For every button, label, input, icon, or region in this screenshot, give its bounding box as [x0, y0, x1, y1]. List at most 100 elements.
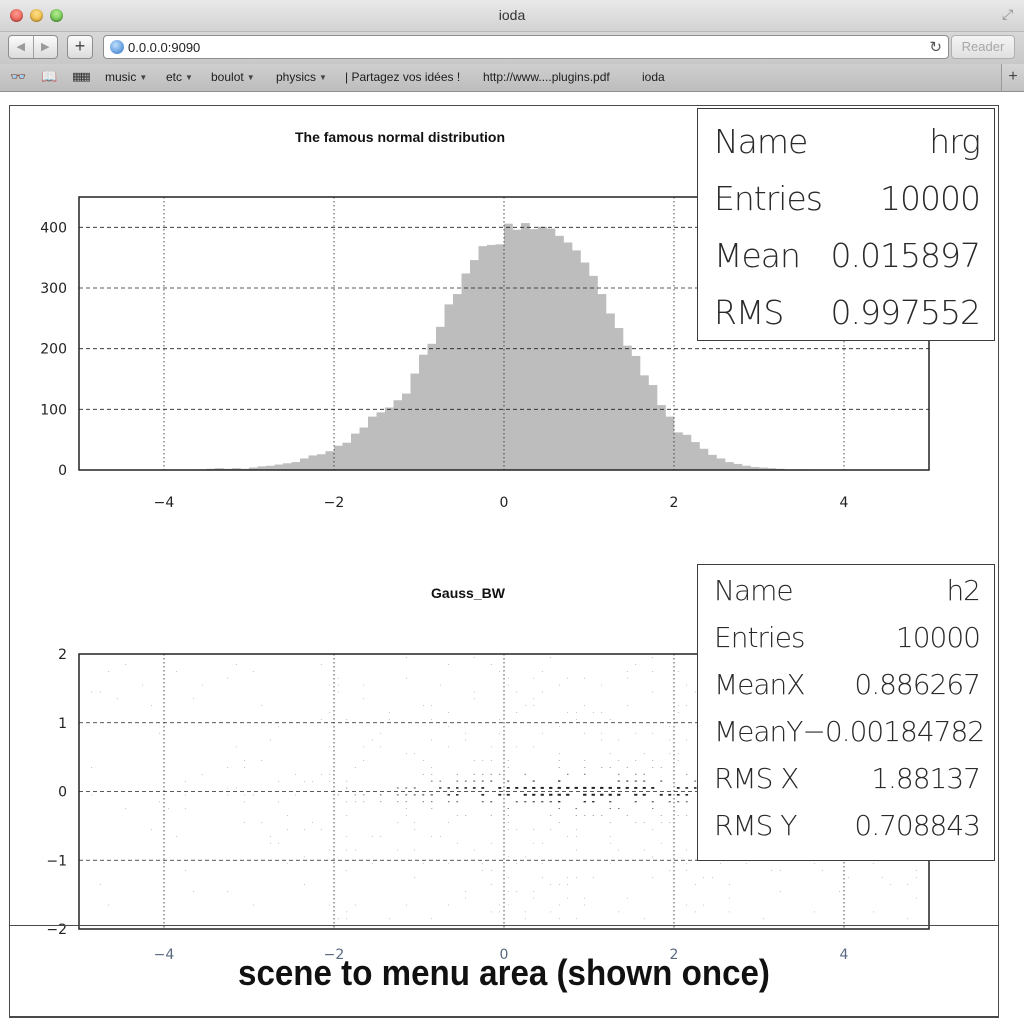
heatmap-cell: [608, 793, 612, 796]
bookmark-music[interactable]: music ▼: [105, 70, 147, 84]
heatmap-cell: [541, 801, 544, 803]
histogram-bar: [699, 448, 709, 470]
reload-icon[interactable]: ↻: [929, 38, 942, 56]
histogram-bar: [487, 244, 496, 470]
histogram-bar: [427, 343, 437, 470]
heatmap-cell: [600, 793, 604, 796]
heatmap-cell: [116, 698, 118, 700]
heatmap-cell: [354, 794, 356, 796]
heatmap-cell: [159, 732, 161, 734]
heatmap-cell: [609, 808, 611, 810]
y-tick-label: 300: [40, 281, 67, 297]
url-text[interactable]: 0.0.0.0:9090: [128, 40, 200, 55]
heatmap-cell: [676, 793, 680, 796]
heatmap-cell: [601, 767, 603, 768]
histogram-bar: [359, 427, 369, 470]
fullscreen-icon[interactable]: ⤢: [1002, 6, 1018, 22]
heatmap-cell: [235, 664, 237, 665]
heatmap-cell: [439, 787, 442, 789]
heatmap-cell: [558, 780, 561, 782]
heatmap-cell: [668, 793, 672, 796]
heatmap-cell: [405, 801, 407, 803]
heatmap-cell: [482, 760, 484, 761]
heatmap-cell: [184, 794, 186, 796]
heatmap-cell: [609, 842, 611, 844]
heatmap-cell: [566, 793, 570, 796]
heatmap-cell: [414, 822, 416, 823]
reader-button[interactable]: Reader: [951, 35, 1015, 59]
heatmap-cell: [711, 877, 713, 878]
heatmap-cell: [439, 780, 442, 782]
bookmark-etc[interactable]: etc ▼: [166, 70, 193, 84]
heatmap-cell: [567, 677, 569, 679]
heatmap-cell: [201, 684, 203, 686]
heatmap-cell: [533, 698, 535, 700]
bookmark-boulot[interactable]: boulot ▼: [211, 70, 255, 84]
heatmap-cell: [524, 801, 527, 803]
heatmap-cell: [652, 808, 654, 810]
heatmap-cell: [643, 918, 645, 920]
heatmap-cell: [499, 904, 501, 906]
heatmap-cell: [465, 732, 467, 734]
y-tick-label: 0: [58, 463, 67, 479]
heatmap-cell: [227, 787, 229, 789]
heatmap-cell: [516, 863, 518, 865]
reading-list-icon[interactable]: 👓: [10, 69, 26, 85]
heatmap-cell: [472, 787, 476, 789]
heatmap-cell: [635, 664, 637, 665]
histogram-bar: [512, 229, 522, 470]
forward-arrow-icon: ▶: [41, 41, 50, 53]
histogram-bar: [385, 407, 394, 470]
heatmap-cell: [337, 677, 339, 679]
histogram-bar: [589, 275, 598, 470]
new-tab-button[interactable]: +: [1001, 64, 1024, 91]
histogram-bar: [325, 451, 335, 470]
histogram-bar: [674, 432, 683, 470]
menu-area-label: scene to menu area (shown once): [238, 952, 770, 993]
heatmap-cell: [745, 863, 747, 865]
heatmap-cell: [550, 815, 552, 816]
bookmark-physics[interactable]: physics ▼: [276, 70, 327, 84]
heatmap-cell: [523, 786, 527, 789]
heatmap-cell: [499, 719, 501, 720]
heatmap-cell: [337, 918, 339, 920]
heatmap-cell: [397, 822, 399, 823]
heatmap-cell: [447, 801, 450, 803]
heatmap-cell: [617, 793, 621, 796]
heatmap-cell: [380, 746, 382, 748]
heatmap-cell: [507, 856, 509, 858]
heatmap-cell: [244, 801, 246, 803]
heatmap-cell: [346, 780, 348, 782]
heatmap-cell: [533, 842, 535, 844]
back-button[interactable]: ◀: [9, 36, 33, 58]
top-sites-grid-icon[interactable]: ▦▦: [72, 70, 91, 83]
heatmap-cell: [686, 705, 688, 706]
chevron-down-icon: ▼: [319, 73, 327, 82]
forward-button[interactable]: ▶: [32, 36, 58, 58]
menu-area[interactable]: scene to menu area (shown once): [9, 925, 999, 1018]
heatmap-cell: [329, 904, 331, 906]
heatmap-cell: [320, 829, 322, 830]
heatmap-cell: [550, 911, 552, 913]
histogram-bar: [300, 458, 309, 470]
heatmap-cell: [516, 691, 518, 693]
heatmap-cell: [558, 801, 561, 803]
bookmark-plugins-pdf[interactable]: http://www....plugins.pdf: [483, 70, 610, 84]
bookmarks-book-icon[interactable]: 📖: [41, 69, 57, 85]
heatmap-cell: [635, 773, 637, 775]
heatmap-cell: [652, 760, 654, 761]
heatmap-cell: [431, 808, 433, 809]
heatmap-cell: [286, 815, 288, 816]
add-bookmark-button[interactable]: +: [67, 35, 93, 59]
address-bar[interactable]: 0.0.0.0:9090 ↻: [103, 35, 949, 59]
heatmap-cell: [405, 753, 407, 755]
heatmap-cell: [414, 753, 416, 755]
heatmap-cell: [244, 767, 246, 768]
heatmap-cell: [490, 664, 492, 665]
bookmark-partagez[interactable]: | Partagez vos idées !: [345, 70, 460, 84]
heatmap-cell: [337, 691, 339, 693]
heatmap-cell: [278, 801, 280, 803]
heatmap-cell: [150, 705, 152, 706]
heatmap-cell: [507, 808, 509, 810]
bookmark-ioda[interactable]: ioda: [642, 70, 665, 84]
